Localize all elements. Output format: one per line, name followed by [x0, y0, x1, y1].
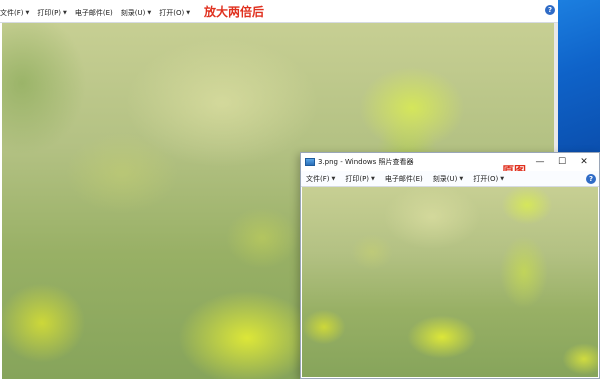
menu-file[interactable]: 文件(F) ▼: [306, 174, 335, 184]
window-title: 3.png - Windows 照片查看器: [318, 158, 414, 166]
menu-open[interactable]: 打开(O) ▼: [473, 174, 504, 184]
menu-email[interactable]: 电子邮件(E): [385, 174, 423, 184]
menu-file-label: 文件(F): [0, 8, 24, 17]
menu-open-label: 打开(O): [159, 8, 185, 17]
chevron-down-icon: ▼: [25, 9, 30, 16]
menu-bar: 文件(F) ▼ 打印(P) ▼ 电子邮件(E) 刻录(U) ▼ 打开(O) ▼: [0, 3, 558, 23]
menu-bar: 文件(F) ▼ 打印(P) ▼ 电子邮件(E) 刻录(U) ▼ 打开(O) ▼: [301, 171, 599, 187]
menu-email[interactable]: 电子邮件(E): [75, 8, 113, 18]
menu-print-label: 打印(P): [345, 174, 370, 183]
chevron-down-icon: ▼: [371, 175, 375, 182]
menu-email-label: 电子邮件(E): [384, 174, 423, 183]
menu-file-label: 文件(F): [306, 174, 330, 183]
chevron-down-icon: ▼: [331, 175, 336, 182]
desktop-background: [558, 0, 600, 152]
minimize-button[interactable]: —: [529, 153, 551, 171]
chevron-down-icon: ▼: [459, 175, 464, 182]
close-button[interactable]: ✕: [573, 153, 595, 171]
menu-burn-label: 刻录(U): [432, 174, 458, 183]
menu-file[interactable]: 文件(F) ▼: [0, 8, 29, 18]
chevron-down-icon: ▼: [500, 175, 505, 182]
chevron-down-icon: ▼: [186, 9, 191, 16]
title-bar[interactable]: 3.png - Windows 照片查看器 — ☐ ✕: [301, 153, 599, 171]
chevron-down-icon: ▼: [147, 9, 152, 16]
help-icon[interactable]: ?: [545, 5, 555, 15]
help-icon[interactable]: ?: [586, 174, 596, 184]
menu-print[interactable]: 打印(P) ▼: [345, 174, 375, 184]
menu-burn[interactable]: 刻录(U) ▼: [121, 8, 151, 18]
menu-open[interactable]: 打开(O) ▼: [159, 8, 190, 18]
annotation-enlarged: 放大两倍后: [204, 5, 265, 19]
menu-open-label: 打开(O): [473, 174, 499, 183]
maximize-button[interactable]: ☐: [551, 153, 573, 171]
photo-viewer-icon: [305, 158, 315, 166]
chevron-down-icon: ▼: [63, 9, 67, 16]
original-photo: [302, 187, 598, 377]
menu-email-label: 电子邮件(E): [74, 8, 113, 17]
menu-print[interactable]: 打印(P) ▼: [37, 8, 67, 18]
menu-print-label: 打印(P): [37, 8, 62, 17]
original-photo-viewer-window: 3.png - Windows 照片查看器 — ☐ ✕ 原图 文件(F)▼ 打印…: [300, 152, 600, 379]
menu-burn-label: 刻录(U): [120, 8, 146, 17]
menu-burn[interactable]: 刻录(U) ▼: [433, 174, 463, 184]
